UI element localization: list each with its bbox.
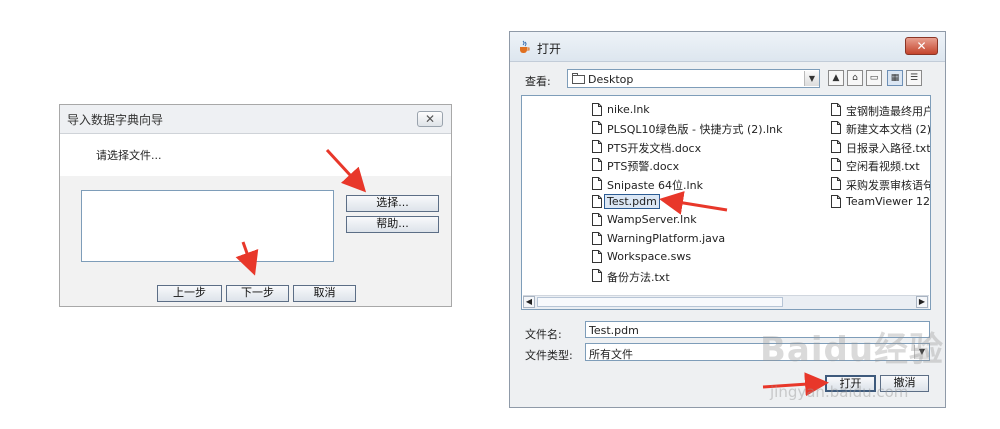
- baidu-watermark-url: jingyan.baidu.com: [770, 383, 909, 401]
- scroll-thumb[interactable]: [537, 297, 783, 307]
- file-list[interactable]: nike.lnk PLSQL10绿色版 - 快捷方式 (2).lnk PTS开发文档…: [521, 95, 931, 310]
- look-in-value: Desktop: [588, 73, 634, 86]
- file-icon: [592, 158, 602, 172]
- file-name: nike.lnk: [607, 103, 650, 116]
- filetype-label: 文件类型:: [525, 349, 573, 362]
- file-name: PTS开发文档.docx: [607, 141, 702, 155]
- file-icon: [592, 121, 602, 135]
- up-folder-icon[interactable]: ▲: [828, 70, 844, 86]
- file-name: WampServer.lnk: [607, 213, 697, 227]
- file-icon: [831, 103, 841, 116]
- filename-label: 文件名:: [525, 328, 562, 341]
- details-view-icon[interactable]: ☰: [906, 70, 922, 86]
- java-cup-icon: [520, 40, 530, 53]
- home-icon[interactable]: ⌂: [847, 70, 863, 86]
- open-dialog-title: 打开: [537, 42, 562, 56]
- scroll-right-icon[interactable]: ▶: [916, 296, 928, 308]
- file-icon: [592, 195, 602, 208]
- file-icon: [592, 139, 602, 153]
- open-close-button[interactable]: ✕: [905, 37, 938, 55]
- file-icon: [831, 176, 841, 190]
- import-wizard-dialog: 导入数据字典向导 ✕ 请选择文件... 选择... 帮助... 上一步 下一步 …: [59, 104, 452, 307]
- file-name: Test.pdm: [604, 194, 660, 209]
- previous-step-button[interactable]: 上一步: [157, 285, 222, 302]
- horizontal-scrollbar[interactable]: ◀ ▶: [523, 295, 929, 309]
- file-name: PLSQL10绿色版 - 快捷方式 (2).lnk: [607, 123, 783, 137]
- list-view-icon[interactable]: ▦: [887, 70, 903, 86]
- choose-file-button[interactable]: 选择...: [346, 195, 439, 212]
- file-icon: [831, 195, 841, 208]
- file-name: 采购发票审核语句.: [846, 178, 931, 192]
- wizard-title: 导入数据字典向导: [67, 113, 164, 127]
- file-icon: [831, 121, 841, 135]
- file-name: 新建文本文档 (2).t: [846, 123, 931, 137]
- filename-value: Test.pdm: [589, 324, 639, 337]
- file-name: 备份方法.txt: [607, 270, 670, 284]
- file-name: Snipaste 64位.lnk: [607, 178, 703, 192]
- file-icon: [831, 158, 841, 172]
- wizard-cancel-button[interactable]: 取消: [293, 285, 356, 302]
- help-button[interactable]: 帮助...: [346, 216, 439, 233]
- chevron-down-icon[interactable]: ▼: [804, 71, 819, 86]
- new-folder-icon[interactable]: ▭: [866, 70, 882, 86]
- file-name: 宝钢制造最终用户: [846, 105, 931, 118]
- filetype-value: 所有文件: [589, 348, 633, 361]
- wizard-close-button[interactable]: ✕: [417, 111, 443, 127]
- close-icon: ✕: [916, 39, 927, 53]
- file-name: 空闲看视频.txt: [846, 160, 920, 174]
- file-name: 日报录入路径.txt: [846, 141, 931, 155]
- file-icon: [592, 213, 602, 227]
- look-in-label: 查看:: [525, 75, 551, 88]
- file-icon: [831, 139, 841, 153]
- file-icon: [592, 176, 602, 190]
- open-title-bar: 打开 ✕: [510, 32, 945, 62]
- file-icon: [592, 268, 602, 282]
- next-step-button[interactable]: 下一步: [226, 285, 289, 302]
- file-name: TeamViewer 12.ln: [846, 195, 930, 208]
- file-icon: [592, 103, 602, 116]
- folder-icon: [572, 73, 585, 84]
- scroll-left-icon[interactable]: ◀: [523, 296, 535, 308]
- look-in-combo[interactable]: Desktop ▼: [567, 69, 820, 88]
- baidu-watermark: Baidu经验: [760, 330, 945, 370]
- wizard-title-bar: 导入数据字典向导 ✕: [60, 105, 451, 134]
- close-icon: ✕: [424, 112, 436, 126]
- file-icon: [592, 250, 602, 264]
- file-name: PTS预警.docx: [607, 160, 680, 174]
- file-name: Workspace.sws: [607, 250, 692, 264]
- file-name: WarningPlatform.java: [607, 231, 726, 245]
- wizard-prompt: 请选择文件...: [96, 149, 162, 162]
- file-icon: [592, 231, 602, 245]
- selected-files-list[interactable]: [81, 190, 334, 262]
